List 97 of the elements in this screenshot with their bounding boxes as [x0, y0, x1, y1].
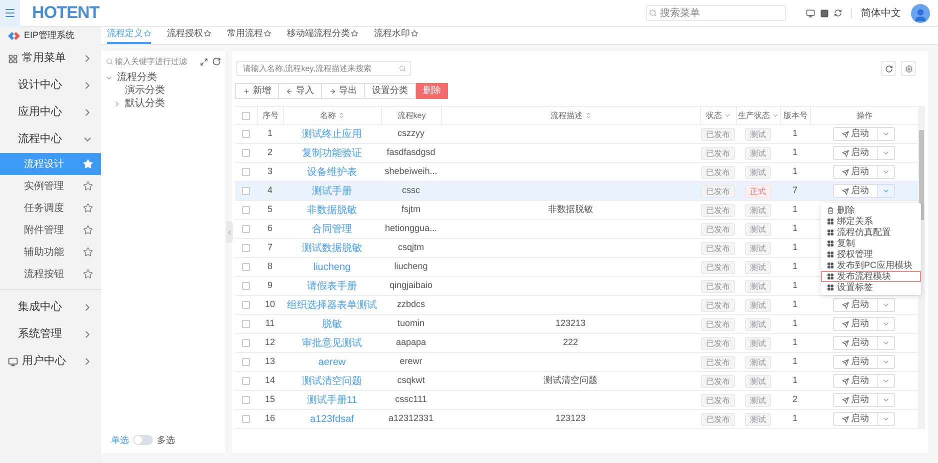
- table-cell: 测试清空问题: [544, 375, 598, 386]
- production-tag: 测试: [745, 146, 771, 160]
- table-cell: 7: [267, 242, 272, 252]
- status-tag: 已发布: [701, 394, 735, 406]
- table-cell: 13: [264, 356, 275, 366]
- table-cell: 123123: [555, 413, 586, 424]
- column-header: 版本号: [784, 110, 808, 122]
- table-cell: 3: [267, 166, 272, 176]
- table-cell: 非数据脱敏: [548, 204, 593, 214]
- table-cell: 16: [264, 413, 275, 424]
- production-tag: 测试: [745, 394, 771, 406]
- status-tag: 已发布: [701, 128, 735, 140]
- production-tag: 测试: [745, 204, 771, 216]
- table-cell: cszzyy: [398, 128, 424, 138]
- production-tag: 测试: [745, 222, 771, 236]
- table-cell: 11: [265, 318, 275, 328]
- table-cell: 1: [792, 147, 798, 158]
- column-header: 流程描述: [550, 110, 582, 122]
- mode-label: 多选: [157, 434, 175, 446]
- column-header: 生产状态: [738, 110, 770, 122]
- status-tag: 已发布: [701, 260, 735, 274]
- table-cell: qingjaibaio: [389, 280, 433, 290]
- table-cell: 8: [267, 261, 272, 272]
- table-cell: 2: [267, 147, 272, 158]
- table-cell: fsjtm: [402, 204, 420, 214]
- production-tag: 测试: [745, 280, 771, 292]
- production-tag: 测试: [745, 374, 771, 388]
- table-cell: 7: [792, 185, 798, 196]
- mode-label: 单选: [111, 434, 129, 446]
- status-tag: 已发布: [701, 166, 735, 178]
- logo: HOTENT: [32, 2, 100, 24]
- table-cell: 10: [264, 299, 275, 310]
- table-cell: csqkwt: [397, 375, 425, 386]
- table-cell: hetiongguа...: [384, 223, 438, 234]
- table-cell: 5: [267, 204, 272, 214]
- production-tag: 测试: [745, 128, 771, 140]
- table-cell: 1: [792, 356, 798, 366]
- column-header: 状态: [706, 110, 722, 122]
- table-cell: 1: [792, 299, 798, 310]
- status-tag: 已发布: [701, 242, 735, 254]
- table-cell: 1: [792, 261, 798, 272]
- table-cell: fasdfasdgsd: [386, 147, 436, 158]
- production-tag: 测试: [745, 318, 771, 330]
- production-tag: 测试: [745, 356, 771, 368]
- production-tag: 测试: [745, 166, 771, 178]
- table-cell: cssc111: [395, 394, 427, 404]
- table-cell: 1: [792, 413, 798, 424]
- status-tag: 已发布: [701, 374, 735, 388]
- status-tag: 已发布: [701, 298, 735, 312]
- status-tag: 已发布: [701, 318, 735, 330]
- table-cell: shebeiweih...: [384, 166, 438, 176]
- table-cell: zzbdcs: [396, 299, 425, 310]
- production-tag: 正式: [745, 184, 771, 198]
- table-cell: 1: [792, 204, 798, 214]
- production-tag: 测试: [745, 260, 771, 274]
- table-cell: 1: [792, 223, 798, 234]
- table-cell: 1: [792, 318, 798, 328]
- table-cell: 1: [792, 128, 798, 138]
- production-tag: 测试: [745, 298, 771, 312]
- brand-name: EIP管理系统: [24, 29, 75, 42]
- table-cell: aapapa: [396, 337, 426, 348]
- status-tag: 已发布: [701, 146, 735, 160]
- table-cell: 123213: [555, 318, 586, 328]
- status-tag: 已发布: [701, 204, 735, 216]
- table-cell: cssc: [402, 185, 420, 196]
- status-tag: 已发布: [701, 356, 735, 368]
- table-cell: 1: [792, 375, 798, 386]
- column-header: 名称: [320, 110, 336, 122]
- table-cell: 14: [264, 375, 275, 386]
- production-tag: 测试: [745, 412, 771, 426]
- table-cell: 4: [267, 185, 272, 196]
- production-tag: 测试: [745, 242, 771, 254]
- table-cell: 222: [562, 337, 578, 348]
- production-tag: 测试: [745, 336, 771, 350]
- table-cell: 9: [267, 280, 272, 290]
- table-cell: 12: [264, 337, 275, 348]
- table-cell: 2: [792, 394, 798, 404]
- table-cell: 1: [792, 337, 798, 348]
- table-cell: a12312331: [388, 413, 434, 424]
- column-header: 操作: [856, 110, 872, 122]
- table-cell: liucheng: [394, 261, 428, 272]
- table-cell: 15: [264, 394, 275, 404]
- table-cell: erewr: [400, 356, 422, 366]
- status-tag: 已发布: [701, 184, 735, 198]
- table-cell: 1: [792, 242, 798, 252]
- status-tag: 已发布: [701, 280, 735, 292]
- table-cell: 1: [792, 280, 798, 290]
- table-cell: 1: [792, 166, 798, 176]
- column-header: 序号: [262, 110, 278, 122]
- status-tag: 已发布: [701, 412, 735, 426]
- status-tag: 已发布: [701, 336, 735, 350]
- table-cell: csqjtm: [398, 242, 424, 252]
- table-cell: 6: [267, 223, 272, 234]
- table-cell: 1: [267, 128, 272, 138]
- table-cell: tuomin: [397, 318, 424, 328]
- status-tag: 已发布: [701, 222, 735, 236]
- column-header: 流程key: [397, 110, 426, 122]
